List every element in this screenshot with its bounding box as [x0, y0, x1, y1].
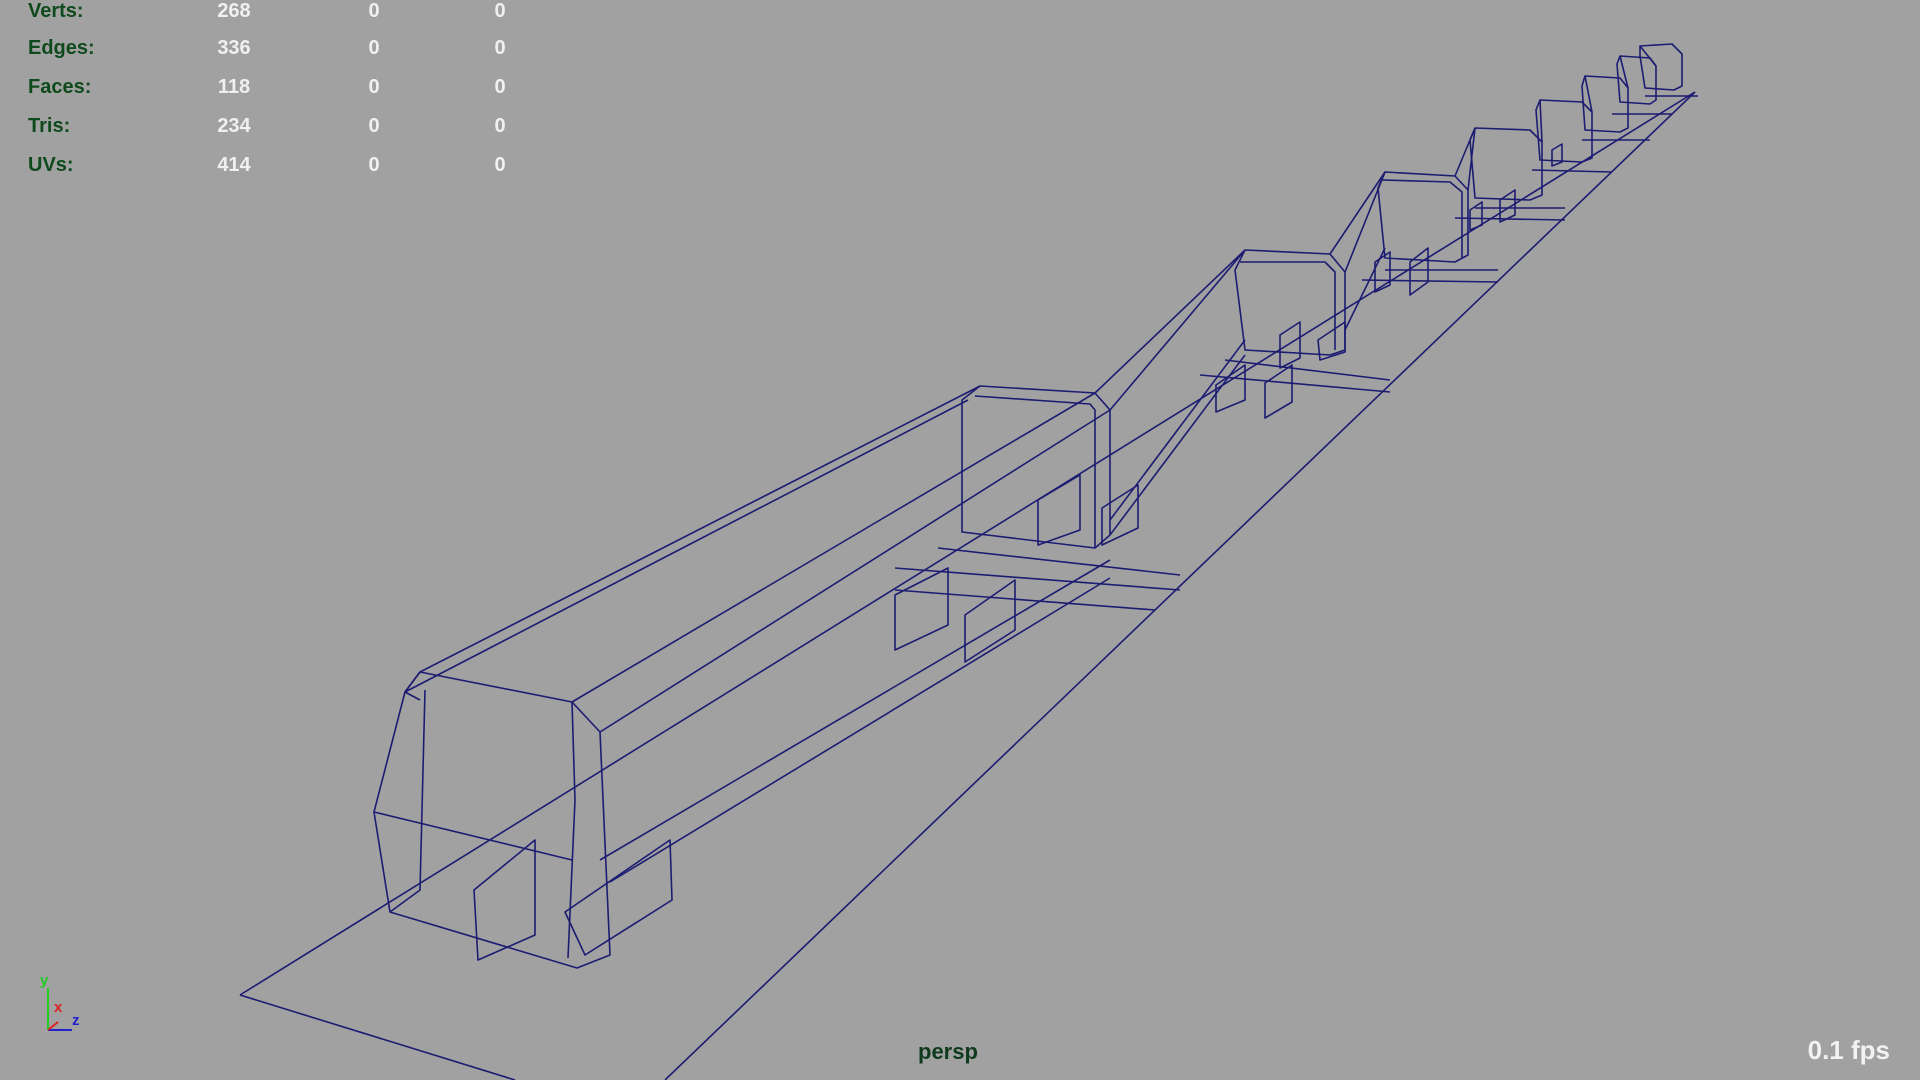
- stat-label: Edges:: [28, 37, 95, 59]
- stat-value: 0: [368, 76, 380, 98]
- axis-z-label: z: [72, 1012, 80, 1029]
- fourth-car: [1454, 127, 1566, 231]
- stat-value: 268: [217, 0, 251, 22]
- persp-viewport[interactable]: Verts: 268 0 0 Edges: 336 0 0 Faces: 118…: [0, 0, 1920, 1080]
- second-car: [1094, 249, 1391, 536]
- stat-value: 0: [368, 154, 380, 176]
- stat-value: 0: [494, 0, 506, 22]
- stat-value: 0: [494, 154, 506, 176]
- stat-value: 118: [217, 76, 251, 98]
- stat-value: 414: [217, 154, 251, 176]
- stat-value: 336: [217, 37, 251, 59]
- rear-car: [1639, 43, 1698, 97]
- front-car: [373, 385, 1181, 969]
- stat-row-faces: Faces: 118 0 0: [0, 76, 560, 100]
- stat-value: 0: [494, 115, 506, 137]
- stat-value: 0: [368, 0, 380, 22]
- stat-value: 0: [494, 37, 506, 59]
- stat-row-edges: Edges: 336 0 0: [0, 37, 560, 61]
- stat-label: Tris:: [28, 115, 71, 137]
- axis-gizmo: y x z: [36, 972, 96, 1038]
- stat-value: 0: [368, 37, 380, 59]
- stat-label: Faces:: [28, 76, 92, 98]
- stat-value: 0: [494, 76, 506, 98]
- axis-y-label: y: [40, 972, 49, 989]
- stat-row-uvs: UVs: 414 0 0: [0, 154, 560, 178]
- stat-value: 234: [217, 115, 251, 137]
- fps-readout: 0.1 fps: [1807, 1035, 1890, 1065]
- stat-row-tris: Tris: 234 0 0: [0, 115, 560, 139]
- axis-x-label: x: [54, 999, 63, 1016]
- stat-label: Verts:: [28, 0, 84, 22]
- stat-row-verts: Verts: 268 0 0: [0, 0, 560, 24]
- fifth-car: [1531, 99, 1613, 173]
- third-car: [1329, 171, 1499, 331]
- stat-value: 0: [368, 115, 380, 137]
- stat-label: UVs:: [28, 154, 74, 176]
- camera-name-label: persp: [918, 1039, 978, 1064]
- sixth-car: [1581, 75, 1650, 141]
